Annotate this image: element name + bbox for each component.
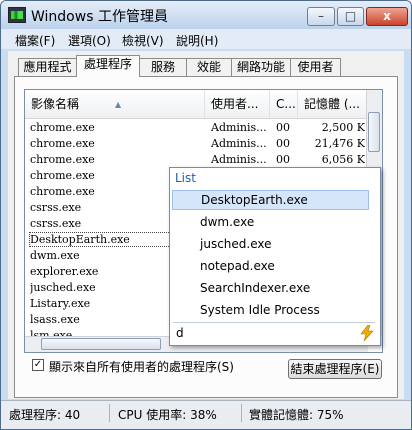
status-bar: 處理程序: 40 CPU 使用率: 38% 實體記憶體: 75% xyxy=(1,400,411,429)
table-row[interactable]: chrome.exe Adminis... 00 21,476 K xyxy=(25,136,368,152)
status-cpu-usage: CPU 使用率: 38% xyxy=(118,408,217,422)
close-button[interactable]: x xyxy=(366,7,408,26)
tab-performance[interactable]: 效能 xyxy=(186,58,232,76)
column-user[interactable]: 使用者... xyxy=(205,90,270,118)
cell-mem: 21,476 K xyxy=(314,137,365,150)
column-cpu[interactable]: C... xyxy=(270,90,298,118)
sort-ascending-icon: ▲ xyxy=(115,100,122,109)
lightning-bolt-icon[interactable] xyxy=(360,325,374,341)
end-process-button[interactable]: 結束處理程序(E) xyxy=(288,359,382,379)
maximize-button[interactable]: □ xyxy=(337,7,364,26)
task-manager-icon xyxy=(8,7,26,23)
show-all-users-checkbox[interactable]: ✓ xyxy=(32,359,44,371)
popup-list-item[interactable]: DesktopEarth.exe xyxy=(172,190,369,210)
cell-name: chrome.exe xyxy=(30,153,95,166)
column-image-name[interactable]: 影像名稱 ▲ xyxy=(25,90,205,118)
window-title: Windows 工作管理員 xyxy=(31,9,168,25)
popup-search-input[interactable]: d xyxy=(173,322,375,342)
cell-cpu: 00 xyxy=(276,121,290,134)
cell-user: Adminis... xyxy=(211,137,266,150)
status-process-count: 處理程序: 40 xyxy=(9,408,81,422)
menu-file[interactable]: 檔案(F) xyxy=(15,32,55,49)
menu-bar: 檔案(F) 選項(O) 檢視(V) 說明(H) xyxy=(1,29,411,49)
menu-options[interactable]: 選項(O) xyxy=(68,32,111,49)
cell-name: chrome.exe xyxy=(30,137,95,150)
table-row[interactable]: chrome.exe Adminis... 00 6,056 K xyxy=(25,152,368,168)
popup-list-item[interactable]: jusched.exe xyxy=(172,234,369,254)
tab-services[interactable]: 服務 xyxy=(139,58,187,76)
table-row[interactable]: chrome.exe Adminis... 00 2,500 K xyxy=(25,120,368,136)
task-manager-window: Windows 工作管理員 – □ x 檔案(F) 選項(O) 檢視(V) 說明… xyxy=(0,0,412,430)
launcher-popup: List DesktopEarth.exe dwm.exe jusched.exe n… xyxy=(169,167,381,346)
list-header: 影像名稱 ▲ 使用者... C... 記憶體 (... xyxy=(25,90,368,119)
popup-list-item[interactable]: SearchIndexer.exe xyxy=(172,278,369,298)
cell-cpu: 00 xyxy=(276,137,290,150)
menu-view[interactable]: 檢視(V) xyxy=(122,32,164,49)
vertical-scroll-thumb[interactable] xyxy=(368,112,380,152)
horizontal-scroll-thumb[interactable] xyxy=(41,338,161,350)
column-memory[interactable]: 記憶體 (... xyxy=(298,90,368,118)
status-divider xyxy=(109,404,110,422)
cell-mem: 2,500 K xyxy=(321,121,365,134)
popup-title: List xyxy=(175,171,196,185)
popup-list-item[interactable]: notepad.exe xyxy=(172,256,369,276)
cell-cpu: 00 xyxy=(276,153,290,166)
popup-list-item[interactable]: System Idle Process xyxy=(172,300,369,320)
tab-networking[interactable]: 網路功能 xyxy=(231,58,291,76)
menu-help[interactable]: 說明(H) xyxy=(176,32,218,49)
show-all-users-label: 顯示來自所有使用者的處理程序(S) xyxy=(49,360,234,374)
cell-mem: 6,056 K xyxy=(321,153,365,166)
popup-list-item[interactable]: dwm.exe xyxy=(172,212,369,232)
title-bar[interactable]: Windows 工作管理員 – □ x xyxy=(1,1,411,29)
tab-applications[interactable]: 應用程式 xyxy=(18,58,77,76)
minimize-button[interactable]: – xyxy=(307,7,335,26)
status-divider xyxy=(241,404,242,422)
tab-processes[interactable]: 處理程序 xyxy=(76,55,140,77)
tab-users[interactable]: 使用者 xyxy=(290,58,341,76)
cell-user: Adminis... xyxy=(211,121,266,134)
status-memory-usage: 實體記憶體: 75% xyxy=(249,408,344,422)
cell-user: Adminis... xyxy=(211,153,266,166)
cell-name: chrome.exe xyxy=(30,121,95,134)
